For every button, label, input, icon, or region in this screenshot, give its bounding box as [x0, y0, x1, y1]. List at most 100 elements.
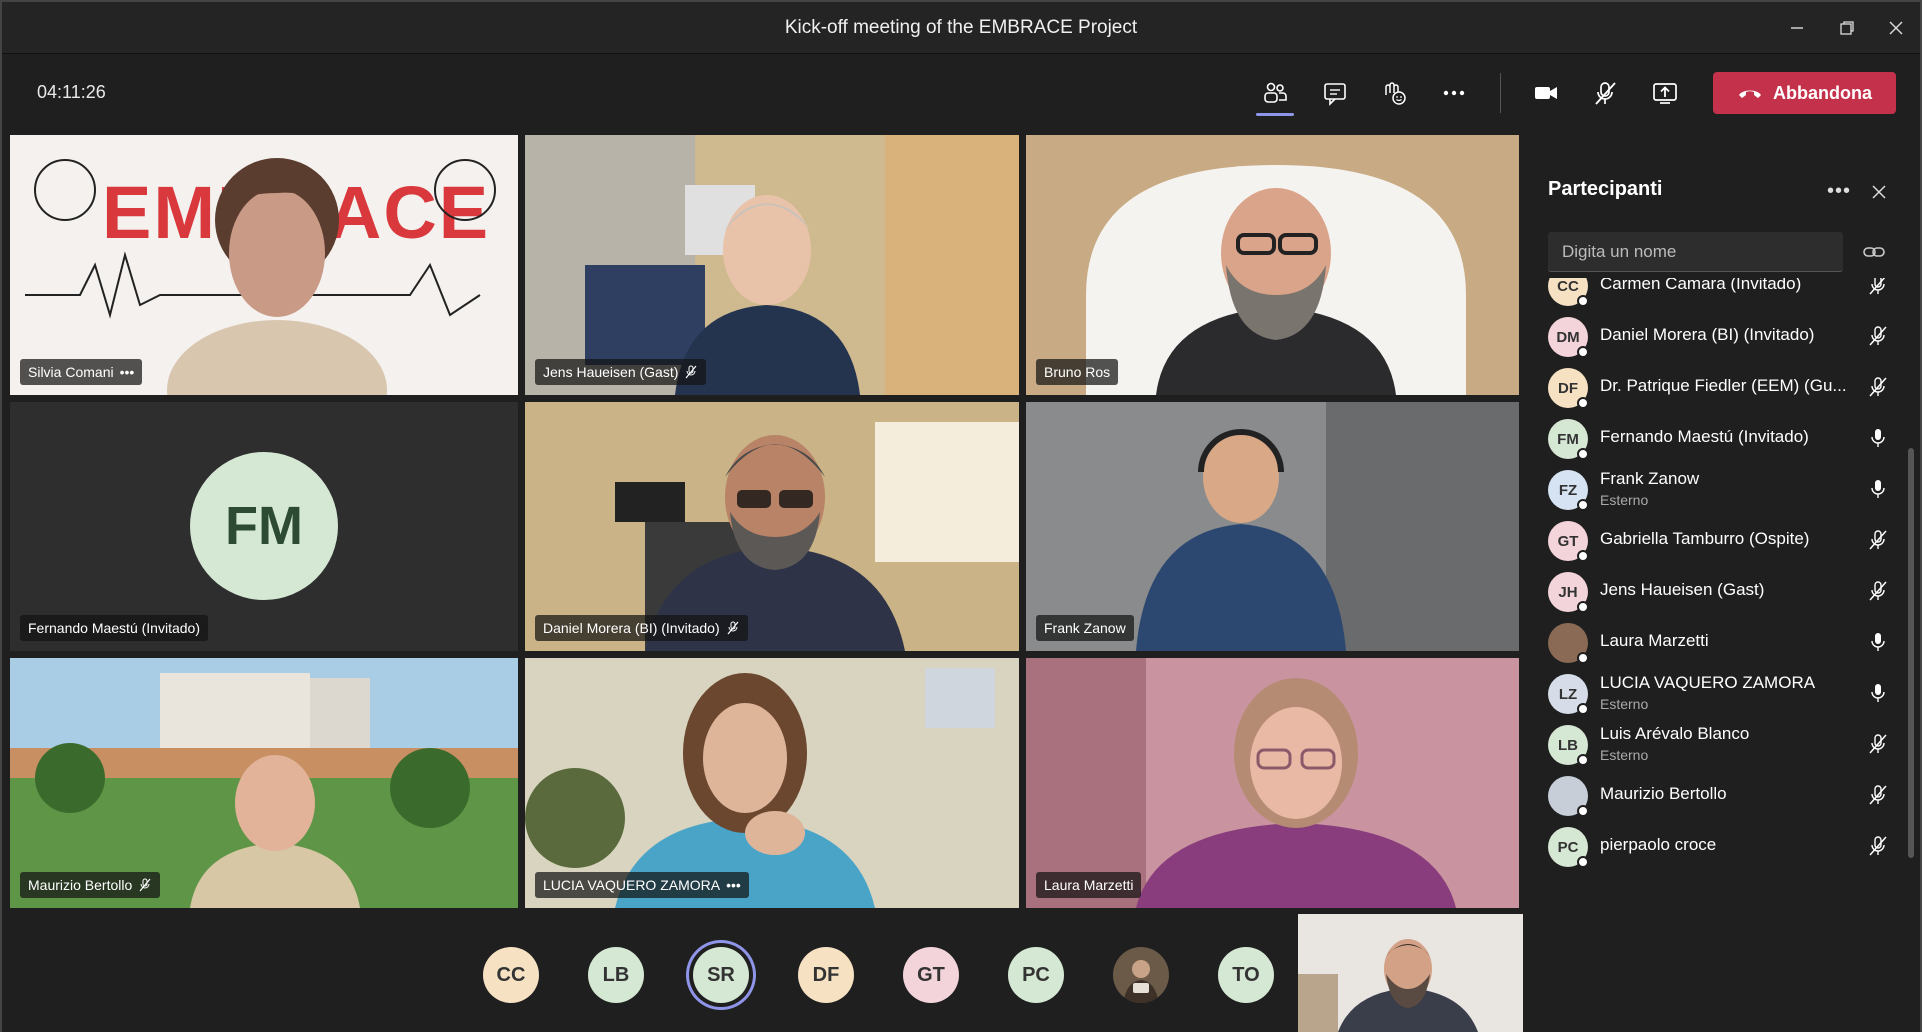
name-tag: LUCIA VAQUERO ZAMORA ••• — [535, 872, 749, 898]
name-tag: Frank Zanow — [1036, 615, 1134, 641]
participant-list-item[interactable]: JH Jens Haueisen (Gast) — [1548, 566, 1898, 616]
participant-avatar[interactable]: LB — [588, 947, 644, 1003]
participant-list-item[interactable]: GT Gabriella Tamburro (Ospite) — [1548, 515, 1898, 565]
minimize-icon[interactable] — [1777, 12, 1817, 44]
share-invite-link-icon[interactable] — [1863, 242, 1885, 267]
mic-muted-icon — [139, 878, 151, 892]
participant-list-item[interactable]: FZ Frank Zanow Esterno — [1548, 464, 1898, 514]
mic-muted-icon[interactable] — [1868, 580, 1888, 602]
mic-muted-icon[interactable] — [1868, 733, 1888, 755]
video-tile-lucia-vaquero-zamora[interactable]: LUCIA VAQUERO ZAMORA ••• — [525, 658, 1019, 908]
participant-list-item[interactable]: DF Dr. Patrique Fiedler (EEM) (Gu... — [1548, 362, 1898, 412]
leave-label: Abbandona — [1773, 82, 1872, 103]
avatar — [1548, 776, 1589, 817]
participant-name: Dr. Patrique Fiedler (EEM) (Gu... — [1600, 376, 1847, 395]
participant-avatar[interactable]: GT — [903, 947, 959, 1003]
video-tile-frank-zanow[interactable]: Frank Zanow — [1026, 402, 1519, 651]
participant-list-item[interactable]: FM Fernando Maestú (Invitado) — [1548, 413, 1898, 463]
close-icon[interactable] — [1871, 180, 1887, 206]
share-screen-icon[interactable] — [1644, 73, 1686, 113]
mic-muted-icon[interactable] — [1868, 835, 1888, 857]
participant-avatar[interactable]: TO — [1218, 947, 1274, 1003]
avatar: DM — [1548, 317, 1589, 358]
participant-list: CC Carmen Camara (Invitado) DM Daniel Morer… — [1523, 278, 1903, 1032]
name-tag: Jens Haueisen (Gast) — [535, 359, 707, 385]
participant-name: Luis Arévalo Blanco — [1600, 724, 1750, 743]
participant-list-item[interactable]: CC Carmen Camara (Invitado) — [1548, 278, 1898, 310]
presence-status-icon — [1577, 346, 1589, 358]
mic-muted-icon[interactable] — [1868, 278, 1888, 296]
video-tile-fernando-maestu[interactable]: FM Fernando Maestú (Invitado) — [10, 402, 518, 651]
participant-avatar[interactable]: CC — [483, 947, 539, 1003]
presence-status-icon — [1577, 448, 1589, 460]
more-options-icon[interactable]: ••• — [726, 877, 741, 893]
search-input[interactable] — [1548, 232, 1843, 271]
participant-list-item[interactable]: LZ LUCIA VAQUERO ZAMORA Esterno — [1548, 668, 1898, 718]
presence-status-icon — [1577, 754, 1589, 766]
participant-list-item[interactable]: DM Daniel Morera (BI) (Invitado) — [1548, 311, 1898, 361]
avatar: FM — [190, 452, 338, 600]
participant-list-item[interactable]: PC pierpaolo croce — [1548, 821, 1898, 871]
participant-name: Jens Haueisen (Gast) — [1600, 580, 1765, 599]
title-bar: Kick-off meeting of the EMBRACE Project — [2, 2, 1920, 54]
participant-list-item[interactable]: LB Luis Arévalo Blanco Esterno — [1548, 719, 1898, 769]
mic-muted-icon — [727, 621, 739, 635]
scrollbar[interactable] — [1908, 448, 1914, 858]
mic-muted-icon[interactable] — [1868, 784, 1888, 806]
avatar: FZ — [1548, 470, 1589, 511]
mic-muted-icon — [685, 365, 697, 379]
video-tile-bruno-ros[interactable]: Bruno Ros — [1026, 135, 1519, 395]
presence-status-icon — [1577, 703, 1589, 715]
name-tag: Daniel Morera (BI) (Invitado) — [535, 615, 748, 641]
presence-status-icon — [1577, 805, 1589, 817]
participant-name: Fernando Maestú (Invitado) — [1600, 427, 1809, 446]
participant-video — [525, 658, 1019, 908]
chat-icon[interactable] — [1314, 73, 1356, 113]
self-video-preview[interactable] — [1298, 914, 1523, 1032]
name-tag: Bruno Ros — [1036, 359, 1119, 385]
reactions-icon[interactable] — [1373, 73, 1415, 113]
mic-icon[interactable] — [1868, 427, 1888, 449]
participant-avatar[interactable]: PC — [1008, 947, 1064, 1003]
participant-search[interactable] — [1548, 232, 1843, 272]
avatar: PC — [1548, 827, 1589, 868]
participant-name: Maurizio Bertollo — [1600, 784, 1727, 803]
mic-icon[interactable] — [1868, 631, 1888, 653]
video-tile-silvia-comani[interactable]: EMBRACE Silvia Comani••• — [10, 135, 518, 395]
participant-avatar[interactable]: DF — [798, 947, 854, 1003]
mic-muted-icon[interactable] — [1868, 325, 1888, 347]
meeting-timer: 04:11:26 — [37, 82, 106, 102]
more-options-icon[interactable]: ••• — [120, 364, 135, 380]
video-tile-jens-haueisen[interactable]: Jens Haueisen (Gast) — [525, 135, 1019, 395]
meeting-toolbar: 04:11:26 Abbandona — [2, 55, 1920, 128]
video-tile-laura-marzetti[interactable]: Laura Marzetti — [1026, 658, 1519, 908]
participant-role: Esterno — [1600, 747, 1649, 763]
mic-muted-icon[interactable] — [1868, 529, 1888, 551]
toolbar-divider — [1500, 73, 1501, 113]
close-icon[interactable] — [1876, 12, 1916, 44]
mic-icon[interactable] — [1868, 478, 1888, 500]
people-icon[interactable] — [1254, 73, 1296, 113]
restore-icon[interactable] — [1827, 12, 1867, 44]
speaking-participant-avatar[interactable]: SR — [693, 947, 749, 1003]
participant-photo-avatar[interactable] — [1113, 947, 1169, 1003]
avatar: DF — [1548, 368, 1589, 409]
self-video — [1298, 914, 1523, 1032]
avatar: JH — [1548, 572, 1589, 613]
video-tile-maurizio-bertollo[interactable]: Maurizio Bertollo — [10, 658, 518, 908]
more-icon[interactable] — [1433, 73, 1475, 113]
participant-role: Esterno — [1600, 696, 1649, 712]
more-icon[interactable]: ••• — [1827, 180, 1851, 203]
participant-video — [1086, 165, 1466, 395]
participant-list-item[interactable]: Laura Marzetti — [1548, 617, 1898, 667]
mic-icon[interactable] — [1868, 682, 1888, 704]
name-tag: Silvia Comani ••• — [20, 359, 143, 385]
participant-video — [525, 135, 1019, 395]
avatar: LB — [1548, 725, 1589, 766]
mic-muted-icon[interactable] — [1584, 73, 1626, 113]
camera-icon[interactable] — [1525, 73, 1567, 113]
participant-list-item[interactable]: Maurizio Bertollo — [1548, 770, 1898, 820]
video-tile-daniel-morera[interactable]: Daniel Morera (BI) (Invitado) — [525, 402, 1019, 651]
mic-muted-icon[interactable] — [1868, 376, 1888, 398]
leave-button[interactable]: Abbandona — [1713, 72, 1896, 114]
